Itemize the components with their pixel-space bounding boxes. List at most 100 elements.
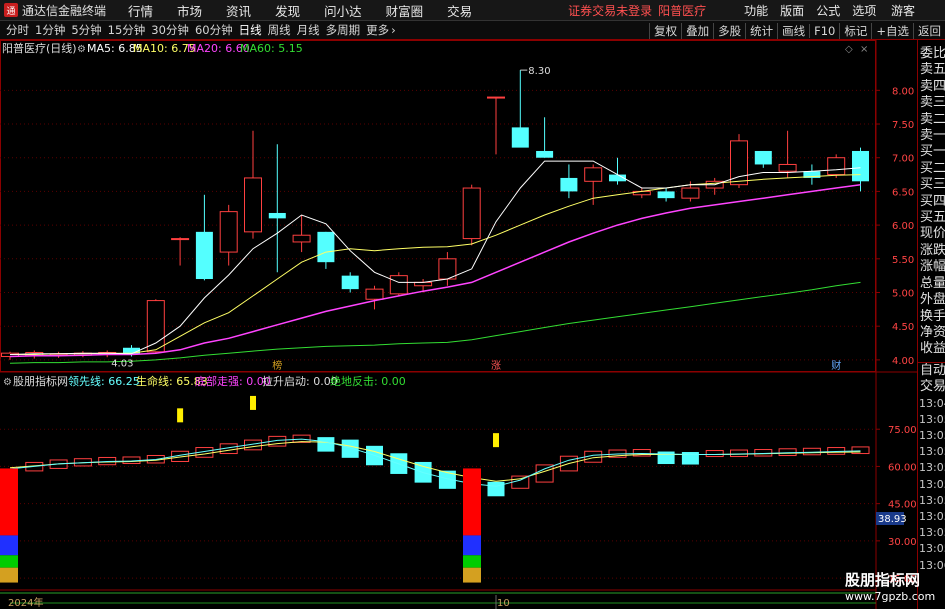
guest-user[interactable]: 游客 (891, 2, 915, 19)
menu-layout[interactable]: 版面 (780, 2, 804, 19)
candle-body (462, 187, 481, 240)
quote-label-volume[interactable]: 总量 (918, 276, 945, 292)
adjust-button[interactable]: 复权 (649, 22, 681, 39)
trade-time: 13:05 (919, 526, 945, 540)
quote-label-weibi[interactable]: 委比 (918, 46, 945, 62)
menu-discover[interactable]: 发现 (275, 1, 300, 20)
candle-body (317, 231, 335, 263)
event-marker-bang[interactable]: 榜 (272, 359, 282, 372)
auto-label[interactable]: 自动 (918, 363, 945, 379)
f10-button[interactable]: F10 (809, 23, 839, 38)
settings-icon[interactable]: ⚙ (77, 44, 86, 55)
quote-label-buy4[interactable]: 买四 (918, 194, 945, 210)
signal-column-blue (0, 535, 18, 556)
price-tick-label: 6.00 (892, 221, 914, 232)
event-marker-cai[interactable]: 财 (831, 359, 841, 372)
price-tick-label: 4.50 (892, 322, 914, 333)
app-name: 通达信金融终端 (22, 3, 107, 18)
period-multi[interactable]: 多周期 (326, 22, 361, 38)
quote-label-net-asset[interactable]: 净资 (918, 325, 945, 341)
draw-button[interactable]: 画线 (777, 22, 809, 39)
max-price-label: 8.30 (528, 66, 550, 77)
menu-quotes[interactable]: 行情 (128, 1, 153, 20)
main-price-axis: 4.00 4.50 5.00 5.50 6.00 6.50 7.00 7.50 8.00 (876, 86, 914, 367)
watermark-url: www.7gpzb.com (845, 590, 936, 603)
right-toolbar: 复权 叠加 多股 统计 画线 F10 标记 +自选 返回 (649, 21, 945, 40)
quote-label-earnings[interactable]: 收益 (918, 341, 945, 357)
signal-column-red (0, 468, 18, 536)
quote-label-buy3[interactable]: 买三 (918, 177, 945, 193)
menu-market[interactable]: 市场 (177, 1, 202, 20)
overlay-button[interactable]: 叠加 (681, 22, 713, 39)
candle-body (778, 163, 797, 172)
candle-body (195, 231, 213, 280)
period-15min[interactable]: 15分钟 (108, 22, 146, 38)
add-watchlist-button[interactable]: +自选 (871, 22, 913, 39)
close-icon[interactable]: × (860, 44, 868, 55)
sub-panel-title: 股朋指标网 (13, 374, 68, 388)
signal-columns (0, 395, 499, 583)
period-weekly[interactable]: 周线 (268, 22, 291, 38)
trade-time: 13:05 (919, 445, 945, 459)
mark-button[interactable]: 标记 (839, 22, 871, 39)
indicator-bar (705, 450, 724, 458)
settings-icon[interactable]: ⚙ (3, 377, 12, 388)
period-more[interactable]: 更多 (366, 22, 389, 38)
quote-label-change-pct[interactable]: 涨幅 (918, 259, 945, 275)
period-1min[interactable]: 1分钟 (35, 22, 65, 38)
indicator-bar (754, 449, 773, 457)
bottom-strong-label: 底部走强: 0.00 (195, 374, 271, 388)
menu-function[interactable]: 功能 (744, 2, 768, 19)
candlestick-series (1, 70, 869, 360)
indicator-bars (25, 434, 870, 497)
menu-wealth[interactable]: 财富圈 (386, 1, 424, 20)
stats-button[interactable]: 统计 (745, 22, 777, 39)
menu-ask[interactable]: 问小达 (324, 1, 362, 20)
event-marker-zhang[interactable]: 涨 (491, 360, 501, 372)
period-60min[interactable]: 60分钟 (195, 22, 233, 38)
quote-label-sell1[interactable]: 卖一 (918, 128, 945, 144)
quote-label-outer[interactable]: 外盘 (918, 292, 945, 308)
quote-label-price[interactable]: 现价 (918, 226, 945, 242)
period-intraday[interactable]: 分时 (6, 22, 29, 38)
price-tick-label: 8.00 (892, 86, 914, 97)
quote-labels: 委比 卖五 卖四 卖三 卖二 卖一 买一 买二 买三 买四 买五 现价 涨跌 涨… (918, 46, 945, 358)
candle-body (754, 150, 772, 165)
quote-label-sell2[interactable]: 卖二 (918, 112, 945, 128)
signal-column-red (463, 468, 481, 536)
quote-label-buy5[interactable]: 买五 (918, 210, 945, 226)
trade-label[interactable]: 交易 (918, 379, 945, 395)
signal-column-gold (0, 567, 18, 583)
login-notice[interactable]: 证券交易未登录 (568, 2, 652, 19)
multi-stock-button[interactable]: 多股 (713, 22, 745, 39)
quote-label-sell4[interactable]: 卖四 (918, 79, 945, 95)
trade-time: 13:05 (919, 542, 945, 556)
back-button[interactable]: 返回 (913, 22, 945, 39)
chart-area[interactable]: 阳普医疗(日线) ⚙ MA5: 6.85 MA10: 6.75 MA20: 6.… (0, 40, 917, 609)
candle-body (657, 191, 675, 199)
quote-label-buy1[interactable]: 买一 (918, 144, 945, 160)
comeback-label: 绝地反击: 0.00 (330, 374, 406, 388)
menu-news[interactable]: 资讯 (226, 1, 251, 20)
period-5min[interactable]: 5分钟 (71, 22, 101, 38)
menu-trade[interactable]: 交易 (447, 1, 472, 20)
trade-time: 13:05 (919, 493, 945, 507)
indicator-bar (487, 481, 505, 497)
watermark: 股朋指标网 www.7gpzb.com (845, 570, 936, 608)
quote-label-turnover[interactable]: 换手 (918, 309, 945, 325)
period-daily[interactable]: 日线 (239, 22, 262, 38)
quote-label-sell3[interactable]: 卖三 (918, 95, 945, 111)
quote-label-change[interactable]: 涨跌 (918, 243, 945, 259)
quote-label-buy2[interactable]: 买二 (918, 161, 945, 177)
candle-body (292, 234, 311, 243)
quote-label-sell5[interactable]: 卖五 (918, 62, 945, 78)
period-30min[interactable]: 30分钟 (151, 22, 189, 38)
trade-time: 13:05 (919, 461, 945, 475)
period-monthly[interactable]: 月线 (297, 22, 320, 38)
diamond-icon[interactable]: ◇ (845, 44, 853, 55)
ma60-label: MA60: 5.15 (240, 42, 303, 55)
menu-options[interactable]: 选项 (852, 2, 876, 19)
menu-formula[interactable]: 公式 (816, 2, 840, 19)
chevron-right-icon[interactable]: › (391, 23, 396, 37)
candle-body (219, 211, 238, 253)
